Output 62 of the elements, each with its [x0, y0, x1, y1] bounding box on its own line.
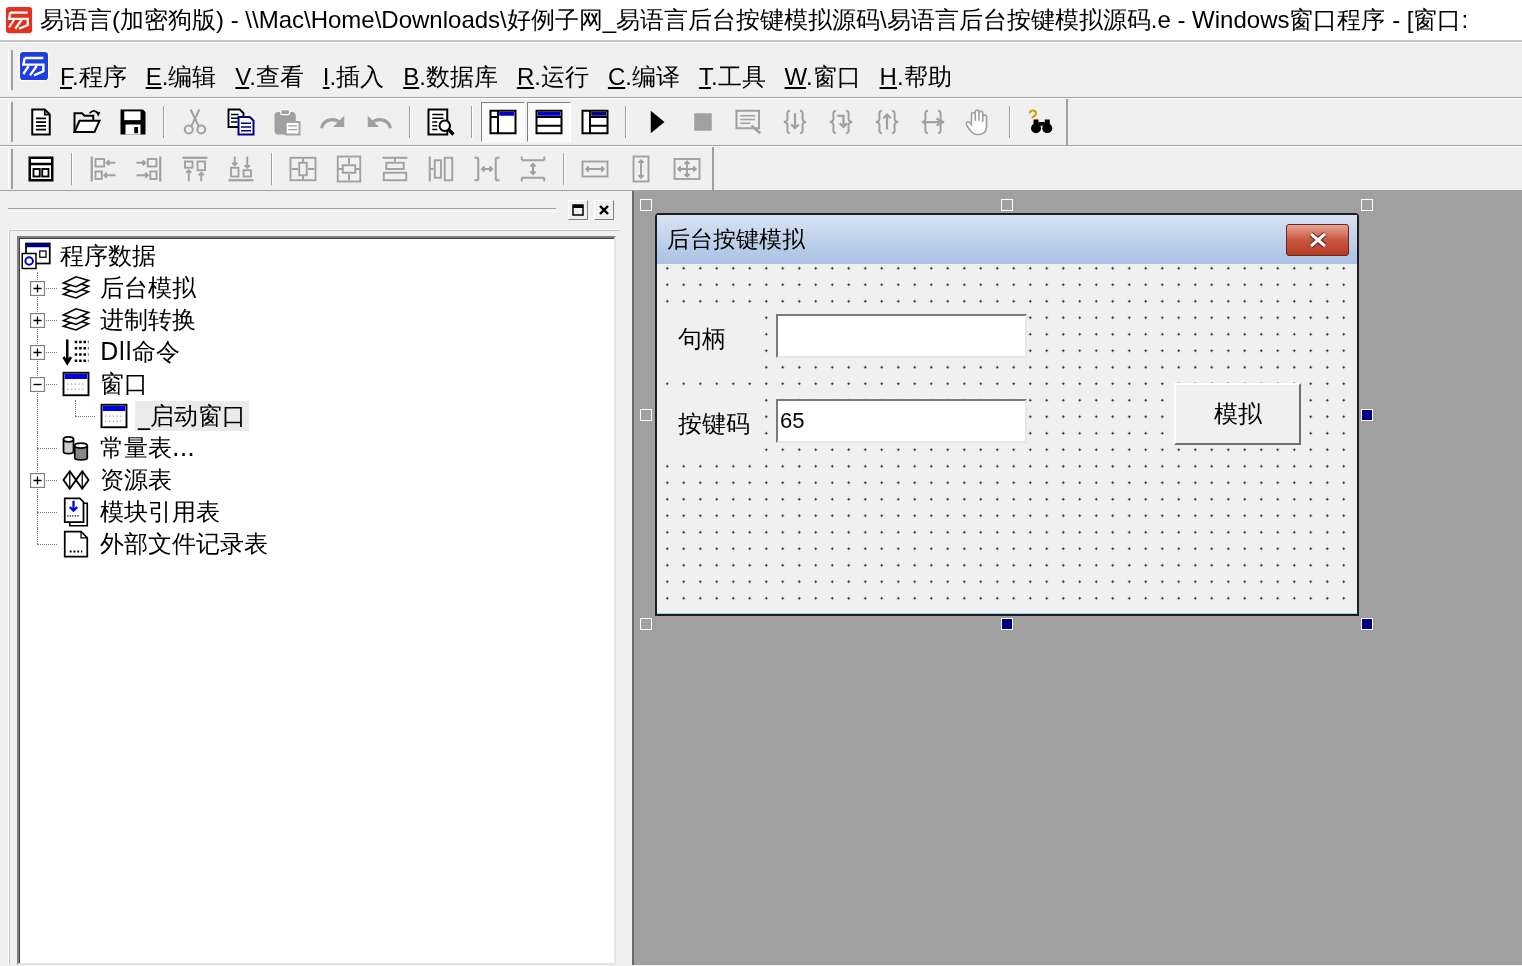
- menu-item[interactable]: V.查看: [235, 47, 304, 93]
- menu-item[interactable]: H.帮助: [879, 47, 952, 93]
- tree-item[interactable]: 资源表: [97, 465, 175, 495]
- form-title: 后台按键模拟: [667, 225, 805, 254]
- input-field[interactable]: [776, 314, 1027, 358]
- resize-handle-icon[interactable]: [1361, 618, 1373, 630]
- close-button[interactable]: [1286, 223, 1349, 256]
- tree-item[interactable]: 程序数据: [57, 241, 159, 271]
- close-icon: [598, 204, 610, 216]
- resize-handle-icon[interactable]: [1361, 408, 1373, 421]
- resize-handle-icon[interactable]: [640, 408, 652, 421]
- menu-item[interactable]: I.插入: [322, 47, 385, 93]
- menu-item[interactable]: T.工具: [698, 47, 766, 93]
- window-layout-icon: [534, 107, 564, 137]
- tree-item[interactable]: _启动窗口: [135, 401, 249, 431]
- tree-item[interactable]: 窗口: [97, 369, 151, 399]
- resize-handle-icon[interactable]: [640, 618, 652, 630]
- document-icon: [61, 529, 91, 559]
- center-vertical-icon: [334, 153, 364, 184]
- tree-item[interactable]: 外部文件记录表: [97, 529, 271, 559]
- document-arrow-icon: [61, 497, 91, 527]
- resize-handle-icon[interactable]: [1000, 618, 1013, 630]
- window-icon: [61, 369, 91, 399]
- resize-handle-icon[interactable]: [640, 199, 652, 211]
- maximize-icon: [572, 204, 584, 216]
- app-logo-icon: [18, 50, 50, 82]
- cylinders-icon: [61, 433, 91, 463]
- menu-item[interactable]: B.数据库: [403, 47, 498, 93]
- menu-item[interactable]: F.程序: [60, 47, 127, 93]
- menu-item[interactable]: W.窗口: [784, 47, 861, 93]
- maximize-button[interactable]: [568, 200, 588, 220]
- resize-handle-icon[interactable]: [1000, 199, 1013, 211]
- menu-item[interactable]: R.运行: [516, 47, 589, 93]
- menu-item[interactable]: C.编译: [607, 47, 680, 93]
- arrow-list-icon: [61, 337, 91, 367]
- app-logo-icon: [4, 5, 34, 35]
- copy-icon: [226, 107, 256, 137]
- document-magnifier-icon: [426, 107, 456, 137]
- tree-item[interactable]: 后台模拟: [97, 273, 199, 303]
- push-button[interactable]: 模拟: [1174, 383, 1301, 445]
- window-layout-icon: [488, 107, 518, 137]
- screen-icon: [734, 107, 764, 137]
- window-icon: [99, 401, 129, 431]
- tree-item[interactable]: Dll命令: [97, 337, 183, 367]
- toolbar-button[interactable]: [527, 102, 571, 142]
- window-title: 易语言(加密狗版) - \\Mac\Home\Downloads\好例子网_易语言后台按键模拟源码\易语言后台按键模拟源码.e - Windows窗口程序 - [窗口:: [40, 5, 1469, 35]
- input-field[interactable]: 65: [776, 399, 1027, 443]
- expand-icon[interactable]: [30, 473, 45, 488]
- close-icon: [1307, 231, 1328, 248]
- tree-item[interactable]: 进制转换: [97, 305, 199, 335]
- clipboard-icon: [272, 107, 302, 137]
- program-icon: [21, 241, 51, 271]
- window-layout-icon: [580, 107, 610, 137]
- menu-item[interactable]: E.编辑: [145, 47, 217, 93]
- expand-icon[interactable]: [30, 313, 45, 328]
- resize-handle-icon[interactable]: [1361, 199, 1373, 211]
- collapse-icon[interactable]: [30, 377, 45, 392]
- toolbar-button[interactable]: [481, 102, 525, 142]
- tree-item[interactable]: 常量表...: [97, 433, 198, 463]
- expand-icon[interactable]: [30, 345, 45, 360]
- tree-item[interactable]: 模块引用表: [97, 497, 223, 527]
- expand-icon[interactable]: [30, 281, 45, 296]
